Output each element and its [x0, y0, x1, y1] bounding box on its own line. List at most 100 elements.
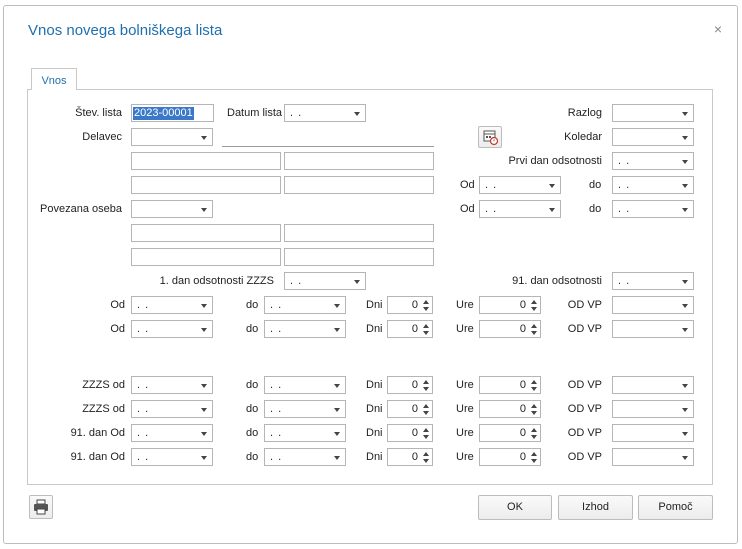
dan91-od-row-label: 91. dan Od	[70, 451, 125, 463]
chevron-down-icon[interactable]	[423, 331, 429, 335]
datum-lista-picker[interactable]: . .	[284, 104, 366, 122]
dni-stepper-row1[interactable]: 0	[387, 296, 433, 314]
izhod-button[interactable]: Izhod	[558, 495, 633, 520]
do-label: do	[246, 427, 259, 439]
oseba-field-1[interactable]	[131, 224, 281, 242]
address-field-3[interactable]	[131, 176, 281, 194]
chevron-up-icon[interactable]	[531, 300, 537, 304]
do-picker-row2[interactable]: . .	[264, 320, 346, 338]
tab-connector	[32, 88, 76, 90]
ure-label: Ure	[456, 323, 474, 335]
ure-stepper-row5[interactable]: 0	[479, 424, 541, 442]
ure-stepper-row2[interactable]: 0	[479, 320, 541, 338]
od-vp-select-row5[interactable]	[612, 424, 694, 442]
chevron-up-icon[interactable]	[531, 404, 537, 408]
chevron-down-icon[interactable]	[531, 459, 537, 463]
dni-stepper-row2[interactable]: 0	[387, 320, 433, 338]
chevron-down-icon[interactable]	[423, 387, 429, 391]
zzzs-od-picker-row4[interactable]: . .	[131, 400, 213, 418]
od-vp-select-row1[interactable]	[612, 296, 694, 314]
chevron-down-icon	[201, 456, 207, 460]
do-picker-row3[interactable]: . .	[264, 376, 346, 394]
address-field-4[interactable]	[284, 176, 434, 194]
dialog-title: Vnos novega bolniškega lista	[28, 22, 223, 39]
chevron-down-icon[interactable]	[423, 435, 429, 439]
close-icon[interactable]: ×	[714, 21, 722, 37]
chevron-up-icon[interactable]	[423, 452, 429, 456]
do-label: do	[246, 403, 259, 415]
chevron-down-icon[interactable]	[531, 307, 537, 311]
zzzs-od-picker-row3[interactable]: . .	[131, 376, 213, 394]
ure-stepper-row3[interactable]: 0	[479, 376, 541, 394]
date-value: . .	[137, 403, 150, 415]
calendar-button[interactable]	[478, 126, 502, 148]
print-button[interactable]	[29, 495, 53, 519]
prvi-dan-picker[interactable]: . .	[612, 152, 694, 170]
do-picker-row6[interactable]: . .	[264, 448, 346, 466]
od-vp-select-row4[interactable]	[612, 400, 694, 418]
chevron-down-icon[interactable]	[531, 435, 537, 439]
delavec-select[interactable]	[131, 128, 213, 146]
chevron-up-icon[interactable]	[531, 452, 537, 456]
dan91-value: . .	[618, 275, 631, 287]
tab-vnos[interactable]: Vnos	[31, 68, 77, 90]
od-picker-2[interactable]: . .	[479, 200, 561, 218]
chevron-down-icon[interactable]	[531, 331, 537, 335]
ure-stepper-row1[interactable]: 0	[479, 296, 541, 314]
chevron-down-icon	[334, 456, 340, 460]
od-vp-select-row3[interactable]	[612, 376, 694, 394]
printer-icon	[34, 499, 48, 515]
ure-stepper-row4[interactable]: 0	[479, 400, 541, 418]
dan91-od-picker-row6[interactable]: . .	[131, 448, 213, 466]
ure-stepper-row6[interactable]: 0	[479, 448, 541, 466]
address-field-1[interactable]	[131, 152, 281, 170]
do-picker-1[interactable]: . .	[612, 176, 694, 194]
oseba-field-2[interactable]	[284, 224, 434, 242]
od-vp-label: OD VP	[567, 451, 602, 463]
chevron-up-icon[interactable]	[423, 324, 429, 328]
prvi-dan-zzzs-picker[interactable]: . .	[284, 272, 366, 290]
chevron-up-icon[interactable]	[531, 380, 537, 384]
address-field-2[interactable]	[284, 152, 434, 170]
chevron-up-icon[interactable]	[531, 428, 537, 432]
chevron-down-icon[interactable]	[423, 459, 429, 463]
chevron-down-icon[interactable]	[423, 307, 429, 311]
povezana-oseba-select[interactable]	[131, 200, 213, 218]
chevron-down-icon[interactable]	[531, 387, 537, 391]
delavec-name-field[interactable]	[222, 146, 434, 147]
chevron-up-icon[interactable]	[531, 324, 537, 328]
do-picker-row1[interactable]: . .	[264, 296, 346, 314]
oseba-field-4[interactable]	[284, 248, 434, 266]
od-picker-row1[interactable]: . .	[131, 296, 213, 314]
od-picker-1[interactable]: . .	[479, 176, 561, 194]
dni-stepper-row4[interactable]: 0	[387, 400, 433, 418]
oseba-field-3[interactable]	[131, 248, 281, 266]
dni-stepper-row3[interactable]: 0	[387, 376, 433, 394]
dni-stepper-row5[interactable]: 0	[387, 424, 433, 442]
do-picker-row4[interactable]: . .	[264, 400, 346, 418]
pomoc-button[interactable]: Pomoč	[638, 495, 713, 520]
stev-lista-input[interactable]: 2023-00001	[131, 104, 214, 122]
prvi-dan-zzzs-label: 1. dan odsotnosti ZZZS	[159, 275, 274, 287]
razlog-select[interactable]	[612, 104, 694, 122]
do-picker-row5[interactable]: . .	[264, 424, 346, 442]
chevron-up-icon[interactable]	[423, 300, 429, 304]
od-vp-label: OD VP	[567, 403, 602, 415]
ok-button[interactable]: OK	[478, 495, 552, 520]
chevron-down-icon[interactable]	[423, 411, 429, 415]
chevron-down-icon[interactable]	[531, 411, 537, 415]
date-value: . .	[270, 299, 283, 311]
koledar-select[interactable]	[612, 128, 694, 146]
dan91-picker[interactable]: . .	[612, 272, 694, 290]
od-vp-select-row6[interactable]	[612, 448, 694, 466]
chevron-up-icon[interactable]	[423, 380, 429, 384]
chevron-down-icon	[201, 408, 207, 412]
od-vp-select-row2[interactable]	[612, 320, 694, 338]
chevron-up-icon[interactable]	[423, 428, 429, 432]
od-picker-row2[interactable]: . .	[131, 320, 213, 338]
dni-stepper-row6[interactable]: 0	[387, 448, 433, 466]
do-label: do	[246, 451, 259, 463]
do-picker-2[interactable]: . .	[612, 200, 694, 218]
dan91-od-picker-row5[interactable]: . .	[131, 424, 213, 442]
chevron-up-icon[interactable]	[423, 404, 429, 408]
